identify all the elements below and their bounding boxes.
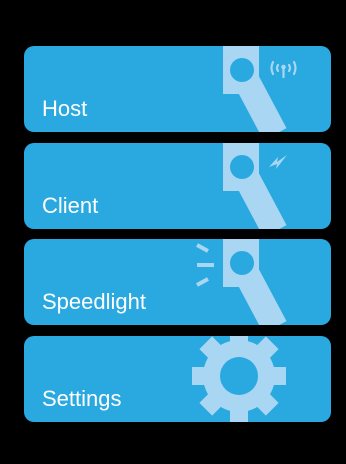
flash-transmit-icon bbox=[223, 46, 297, 132]
speedlight-icon bbox=[196, 239, 287, 325]
gear-icon bbox=[192, 336, 286, 422]
flash-receive-icon bbox=[223, 143, 287, 229]
menu-item-speedlight[interactable]: Speedlight bbox=[24, 239, 331, 325]
menu-item-settings[interactable]: Settings bbox=[24, 336, 331, 422]
menu-item-label: Speedlight bbox=[42, 289, 146, 314]
menu-item-label: Client bbox=[42, 193, 99, 218]
menu-item-label: Settings bbox=[42, 386, 122, 411]
menu-item-client[interactable]: Client bbox=[24, 143, 331, 229]
menu-item-host[interactable]: Host bbox=[24, 46, 331, 132]
menu-item-label: Host bbox=[42, 96, 88, 121]
